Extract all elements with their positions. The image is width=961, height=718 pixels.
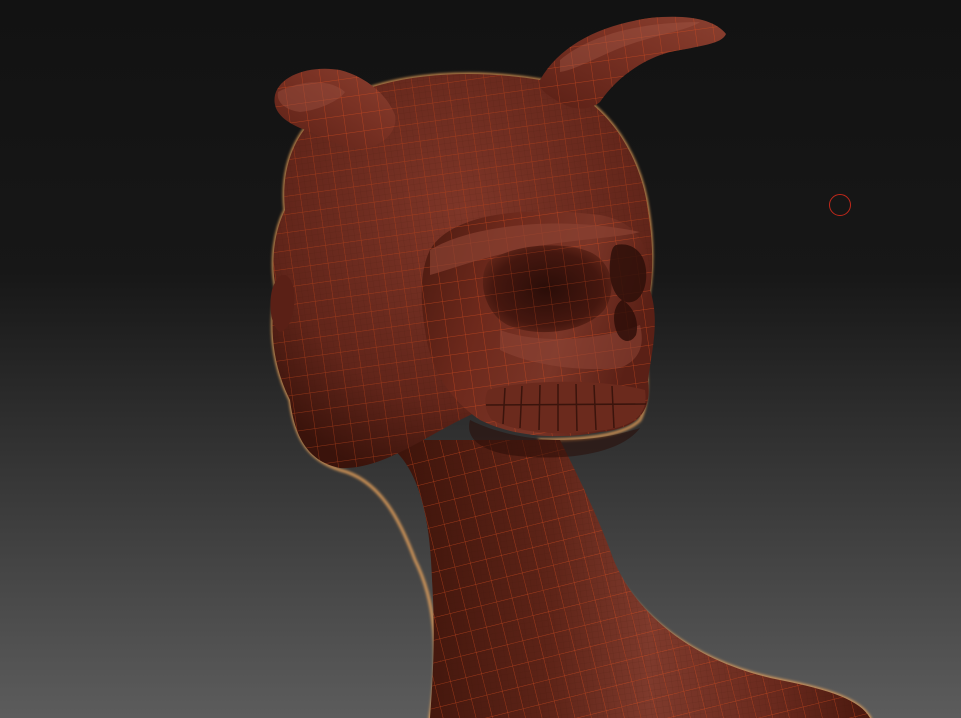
eye-socket-wireframe: [482, 245, 612, 333]
jaw-teeth: [485, 381, 646, 434]
viewport-canvas[interactable]: [0, 0, 961, 718]
sculpt-viewport[interactable]: [0, 0, 961, 718]
